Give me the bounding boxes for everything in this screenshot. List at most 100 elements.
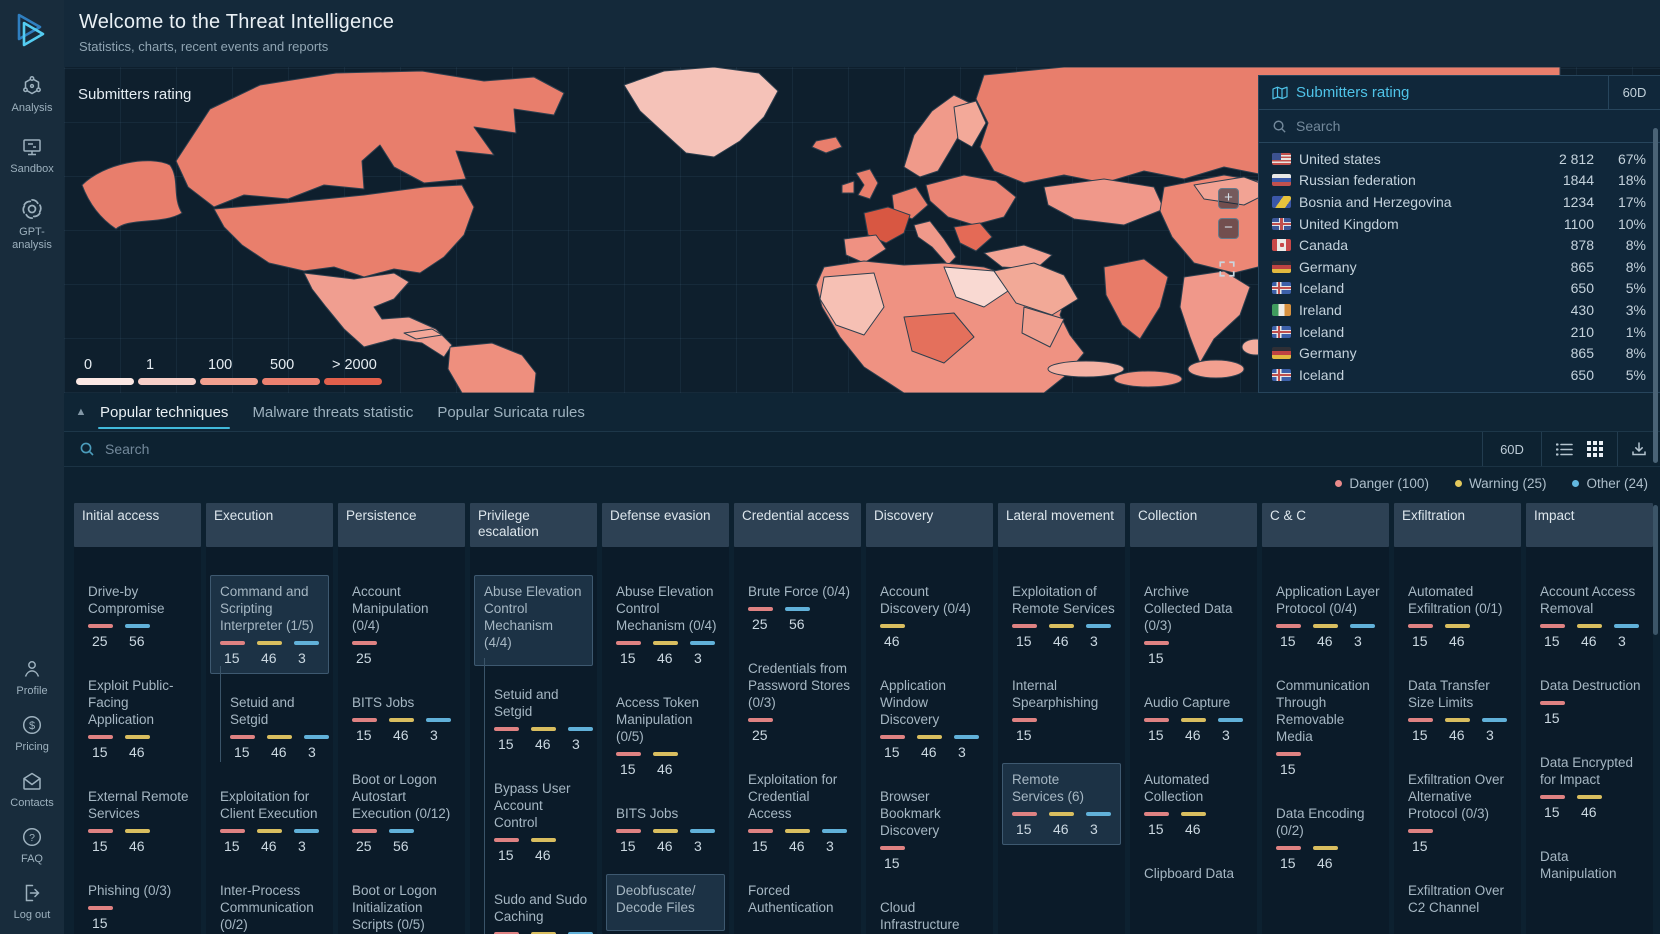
technique-card[interactable]: Cloud Infrastructure Discovery	[880, 899, 984, 934]
panel-period-button[interactable]: 60D	[1608, 76, 1660, 109]
country-row[interactable]: Iceland 650 5%	[1272, 278, 1646, 300]
zoom-out-button[interactable]: −	[1218, 218, 1239, 239]
technique-card[interactable]: Credentials from Password Stores (0/3) 2…	[748, 660, 852, 743]
technique-card[interactable]: Exploit Public-Facing Application 15 46	[88, 677, 192, 760]
technique-card[interactable]: Deobfuscate/ Decode Files	[606, 874, 725, 931]
matrix-column-header: Initial access	[74, 503, 201, 547]
technique-card[interactable]: Access Token Manipulation (0/5) 15 46	[616, 694, 720, 777]
period-button[interactable]: 60D	[1482, 432, 1542, 466]
sidebar-item-pricing[interactable]: $ Pricing	[2, 713, 62, 754]
technique-card[interactable]: Internal Spearphishing 15	[1012, 677, 1116, 743]
techniques-search-input[interactable]	[105, 441, 505, 457]
country-row[interactable]: United states 2 812 67%	[1272, 148, 1646, 170]
technique-card[interactable]: Data Manipulation	[1540, 848, 1644, 889]
technique-card[interactable]: Exfiltration Over C2 Channel	[1408, 882, 1512, 923]
technique-card[interactable]: Brute Force (0/4) 25 56	[748, 583, 852, 632]
technique-card[interactable]: Archive Collected Data (0/3) 15	[1144, 583, 1248, 666]
stat-value: 56	[785, 616, 810, 632]
country-name: Germany	[1299, 259, 1357, 275]
technique-card[interactable]: Sudo and Sudo Caching 15 46	[484, 891, 588, 934]
panel-search-input[interactable]	[1296, 118, 1576, 134]
tab-popular-techniques[interactable]: Popular techniques	[98, 393, 230, 431]
matrix-column-header: Exfiltration	[1394, 503, 1521, 547]
matrix-column-cards: Abuse Elevation Control Mechanism (0/4) …	[602, 547, 729, 923]
technique-card[interactable]: Forced Authentication	[748, 882, 852, 923]
technique-card[interactable]: Automated Exfiltration (0/1) 15 46	[1408, 583, 1512, 649]
severity-legend-item[interactable]: Warning (25)	[1455, 476, 1547, 491]
technique-card[interactable]: Account Manipulation (0/4) 25	[352, 583, 456, 666]
technique-card[interactable]: Exploitation of Remote Services 15 46	[1012, 583, 1116, 649]
technique-card[interactable]: Application Window Discovery 15 46	[880, 677, 984, 760]
technique-card[interactable]: Account Discovery (0/4) 46	[880, 583, 984, 649]
collapse-caret-icon[interactable]: ▲	[64, 406, 98, 418]
country-row[interactable]: Russian federation 1844 18%	[1272, 170, 1646, 192]
technique-card[interactable]: Boot or Logon Autostart Execution (0/12)…	[352, 771, 456, 854]
technique-card[interactable]: Clipboard Data	[1144, 865, 1248, 889]
grid-view-icon[interactable]	[1587, 441, 1603, 457]
technique-card[interactable]: Application Layer Protocol (0/4) 15 46	[1276, 583, 1380, 649]
technique-card[interactable]: Data Encrypted for Impact 15 46	[1540, 754, 1644, 820]
tab-popular-suricata-rules[interactable]: Popular Suricata rules	[435, 393, 587, 431]
technique-card[interactable]: Data Transfer Size Limits 15 46	[1408, 677, 1512, 743]
matrix-scrollbar[interactable]	[1653, 505, 1658, 635]
country-row[interactable]: United Kingdom 1100 10%	[1272, 213, 1646, 235]
list-view-icon[interactable]	[1556, 442, 1573, 457]
zoom-in-button[interactable]: +	[1218, 188, 1239, 209]
severity-dot-icon	[1572, 480, 1579, 487]
technique-card[interactable]: Inter-Process Communication (0/2) 15 46	[220, 882, 324, 934]
technique-card[interactable]: Exploitation for Credential Access 15 46	[748, 771, 852, 854]
country-row[interactable]: Germany 865 8%	[1272, 256, 1646, 278]
technique-card[interactable]: Remote Services (6) 15 46	[1002, 763, 1121, 845]
technique-card[interactable]: Setuid and Setgid 15 46	[220, 694, 324, 760]
technique-stats: 15 46	[1276, 846, 1380, 871]
sidebar-item-logout[interactable]: Log out	[2, 881, 62, 922]
stat-bar	[785, 829, 810, 833]
technique-card[interactable]: Drive-by Compromise 25 56	[88, 583, 192, 649]
technique-stats: 15	[1408, 829, 1512, 854]
panel-scrollbar[interactable]	[1653, 128, 1658, 463]
technique-card[interactable]: Exfiltration Over Alternative Protocol (…	[1408, 771, 1512, 854]
country-row[interactable]: Bosnia and Herzegovina 1234 17%	[1272, 191, 1646, 213]
technique-card[interactable]: Data Encoding (0/2) 15 46	[1276, 805, 1380, 871]
technique-card[interactable]: Data Destruction 15	[1540, 677, 1644, 726]
tab-malware-threats-statistic[interactable]: Malware threats statistic	[250, 393, 415, 431]
technique-card[interactable]: Phishing (0/3) 15	[88, 882, 192, 931]
severity-legend-item[interactable]: Danger (100)	[1335, 476, 1429, 491]
sidebar-item-sandbox[interactable]: Sandbox	[2, 135, 62, 176]
stat-value: 25	[748, 727, 773, 743]
severity-legend-item[interactable]: Other (24)	[1572, 476, 1648, 491]
stat-bar	[880, 735, 905, 739]
country-row[interactable]: Canada 878 8%	[1272, 234, 1646, 256]
sidebar-item-profile[interactable]: Profile	[2, 657, 62, 698]
technique-card[interactable]: Setuid and Setgid 15 46	[484, 686, 588, 752]
technique-card[interactable]: Abuse Elevation Control Mechanism (0/4) …	[616, 583, 720, 666]
technique-card[interactable]: Audio Capture 15 46	[1144, 694, 1248, 743]
technique-card[interactable]: Bypass User Account Control 15 46	[484, 780, 588, 863]
technique-card[interactable]: Account Access Removal 15 46	[1540, 583, 1644, 649]
technique-card[interactable]: Exploitation for Client Execution 15 46	[220, 788, 324, 854]
sidebar-item-gpt-analysis[interactable]: GPT-analysis	[2, 196, 62, 252]
sidebar-item-faq[interactable]: ? FAQ	[2, 825, 62, 866]
technique-card[interactable]: Abuse Elevation Control Mechanism (4/4)	[474, 575, 593, 666]
technique-card[interactable]: Automated Collection 15 46	[1144, 771, 1248, 837]
severity-label: Danger (100)	[1349, 476, 1429, 491]
fullscreen-button[interactable]	[1218, 260, 1239, 281]
sidebar-item-contacts[interactable]: Contacts	[2, 769, 62, 810]
technique-stat: 46	[1181, 812, 1206, 837]
country-percent: 10%	[1602, 216, 1646, 232]
technique-card[interactable]: Command and Scripting Interpreter (1/5) …	[210, 575, 329, 674]
technique-card[interactable]: External Remote Services 15 46	[88, 788, 192, 854]
technique-card[interactable]: BITS Jobs 15 46	[352, 694, 456, 743]
technique-card[interactable]: Browser Bookmark Discovery 15	[880, 788, 984, 871]
country-row[interactable]: Iceland 650 5%	[1272, 364, 1646, 386]
country-name: Iceland	[1299, 280, 1344, 296]
country-row[interactable]: Iceland 210 1%	[1272, 321, 1646, 343]
technique-card[interactable]: BITS Jobs 15 46	[616, 805, 720, 854]
technique-card[interactable]: Boot or Logon Initialization Scripts (0/…	[352, 882, 456, 934]
country-row[interactable]: Germany 865 8%	[1272, 342, 1646, 364]
sidebar-item-analysis[interactable]: Analysis	[2, 74, 62, 115]
country-row[interactable]: Ireland 430 3%	[1272, 299, 1646, 321]
stat-value: 56	[389, 838, 414, 854]
app-logo[interactable]	[10, 8, 54, 54]
technique-card[interactable]: Communication Through Removable Media 15	[1276, 677, 1380, 777]
